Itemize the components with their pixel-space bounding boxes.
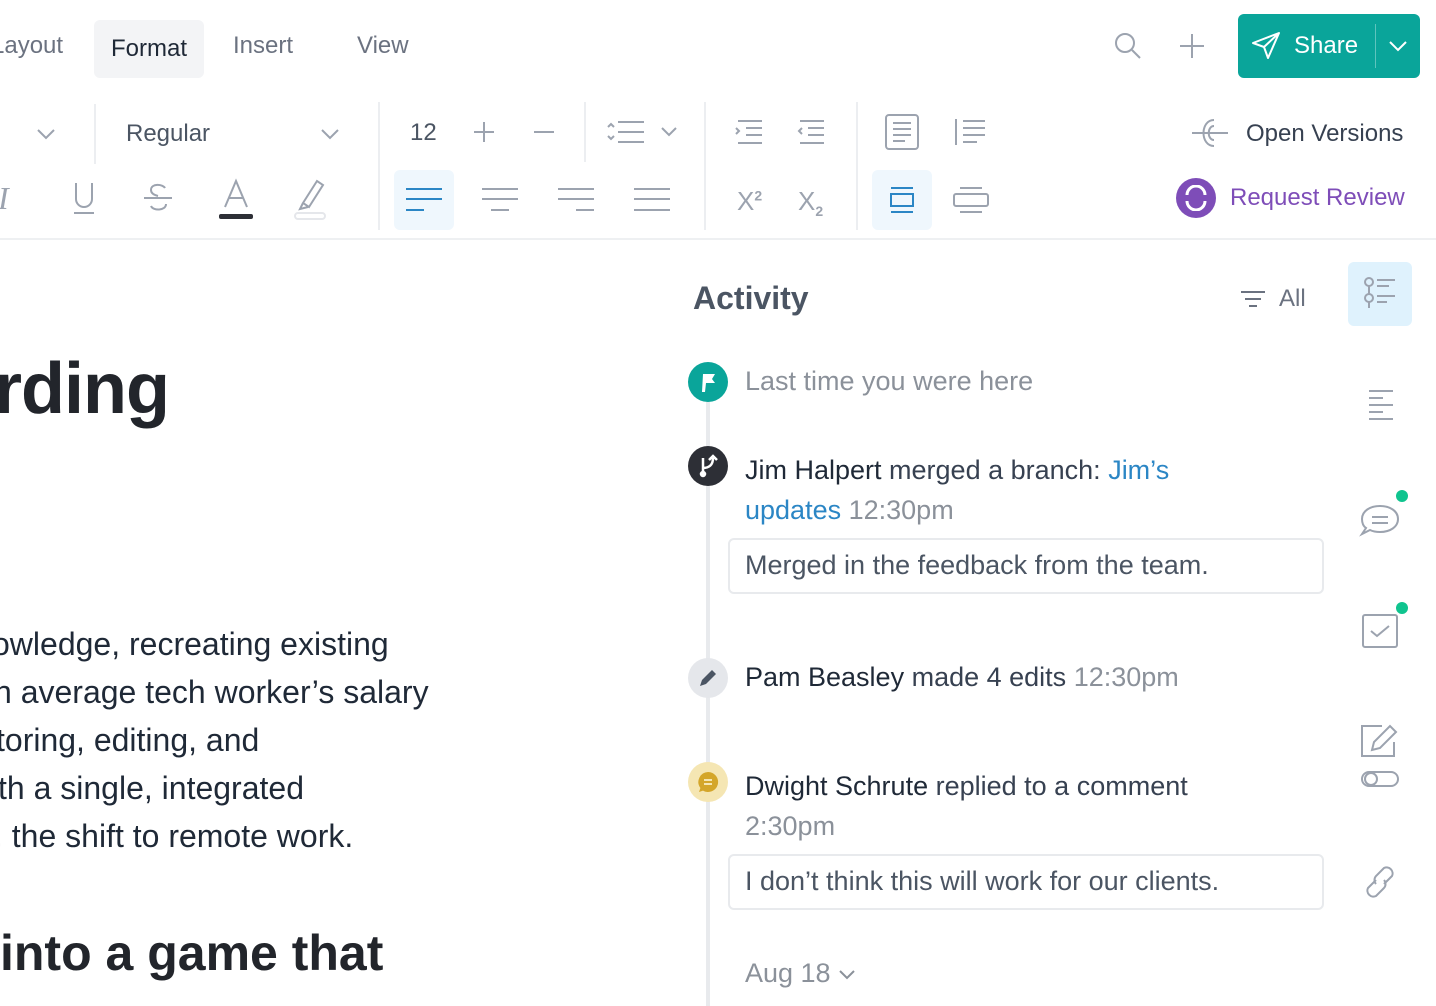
send-icon	[1250, 30, 1282, 62]
activity-action: replied to a comment	[935, 771, 1188, 801]
increase-font-size-icon[interactable]	[470, 118, 498, 146]
branch-merge-icon	[688, 446, 728, 486]
activity-user[interactable]: Dwight Schrute	[745, 771, 928, 801]
paragraph-line: toring, editing, and	[0, 722, 260, 758]
activity-action: merged a branch:	[889, 455, 1101, 485]
strikethrough-icon[interactable]	[140, 178, 176, 218]
superscript-value: 2	[754, 187, 763, 204]
share-label: Share	[1294, 32, 1359, 59]
page-layout-icon[interactable]	[882, 112, 922, 152]
subscript-button[interactable]: X2	[798, 186, 823, 219]
text-block-icon[interactable]	[952, 114, 988, 150]
activity-item: Dwight Schrute replied to a comment 2:30p…	[745, 766, 1285, 846]
chevron-down-icon[interactable]	[1380, 30, 1416, 62]
activity-item: Pam Beasley made 4 edits 12:30pm	[745, 662, 1179, 693]
activity-time: 12:30pm	[848, 495, 954, 525]
paragraph-line: th a single, integrated	[0, 770, 304, 806]
activity-user[interactable]: Pam Beasley	[745, 662, 904, 692]
decrease-font-size-icon[interactable]	[530, 118, 558, 146]
align-left-icon[interactable]	[394, 170, 454, 230]
font-weight-select[interactable]: Regular	[110, 112, 355, 156]
align-right-icon[interactable]	[546, 170, 606, 230]
activity-timeline-tab-icon[interactable]	[1348, 262, 1412, 326]
request-review-button[interactable]: Request Review	[1230, 184, 1405, 212]
paragraph-line: owledge, recreating existing	[0, 626, 389, 662]
outdent-icon[interactable]	[794, 116, 828, 148]
text-color-icon[interactable]	[214, 176, 258, 222]
comments-tab-icon[interactable]	[1356, 496, 1404, 544]
activity-comment[interactable]: I don’t think this will work for our cli…	[728, 854, 1324, 910]
paragraph-line: n average tech worker’s salary	[0, 674, 429, 710]
search-icon[interactable]	[1110, 28, 1146, 64]
flag-icon	[688, 362, 728, 402]
menu-format-label: Format	[110, 35, 187, 62]
activity-action: made 4 edits	[911, 662, 1067, 692]
italic-icon[interactable]: I	[0, 180, 9, 217]
subscript-value: 2	[815, 203, 824, 220]
notification-dot	[1396, 602, 1408, 614]
last-visit-marker: Last time you were here	[745, 366, 1034, 396]
activity-item: Jim Halpert merged a branch: Jim’s updat…	[745, 450, 1265, 530]
activity-filter[interactable]: All	[1238, 282, 1318, 316]
tasks-tab-icon[interactable]	[1358, 608, 1402, 652]
superscript-button[interactable]: X2	[737, 186, 762, 217]
menu-insert[interactable]: Insert	[233, 32, 293, 60]
activity-user[interactable]: Jim Halpert	[745, 455, 882, 485]
suggest-edits-tab-icon[interactable]	[1356, 720, 1404, 792]
add-icon[interactable]	[1174, 28, 1210, 64]
wrap-inline-icon[interactable]	[872, 170, 932, 230]
filter-label: All	[1279, 285, 1306, 312]
font-family-chevron-icon[interactable]	[30, 120, 62, 148]
align-justify-icon[interactable]	[622, 170, 682, 230]
activity-title: Activity	[693, 280, 809, 316]
open-versions-button[interactable]: Open Versions	[1246, 120, 1403, 148]
notification-dot	[1396, 490, 1408, 502]
share-button[interactable]: Share	[1238, 14, 1420, 78]
menu-format[interactable]: Format	[94, 20, 204, 78]
indent-icon[interactable]	[732, 116, 766, 148]
filter-icon	[1238, 286, 1268, 312]
activity-time: 12:30pm	[1073, 662, 1179, 692]
font-size-value[interactable]: 12	[410, 119, 437, 147]
menu-view[interactable]: View	[357, 32, 409, 60]
outline-tab-icon[interactable]	[1360, 384, 1400, 428]
wrap-break-icon[interactable]	[946, 170, 996, 230]
document-heading: rding	[0, 349, 170, 429]
comment-reply-icon	[688, 762, 728, 802]
link-tab-icon[interactable]	[1358, 860, 1402, 904]
pencil-icon	[688, 658, 728, 698]
line-spacing-icon[interactable]	[604, 116, 684, 148]
chevron-down-icon	[839, 970, 855, 980]
font-weight-value: Regular	[126, 120, 211, 147]
activity-comment[interactable]: Merged in the feedback from the team.	[728, 538, 1324, 594]
paragraph-line: , the shift to remote work.	[0, 818, 354, 854]
activity-time: 2:30pm	[745, 811, 836, 841]
date-group-label: Aug 18	[745, 958, 831, 988]
underline-icon[interactable]	[66, 178, 102, 218]
date-group-toggle[interactable]: Aug 18	[745, 958, 856, 989]
toolbar-divider	[0, 238, 1436, 240]
request-review-icon[interactable]	[1176, 178, 1216, 218]
menu-layout[interactable]: Layout	[0, 32, 63, 60]
document-subheading: into a game that	[0, 925, 384, 981]
align-center-icon[interactable]	[470, 170, 530, 230]
chevron-down-icon	[314, 120, 346, 148]
history-icon[interactable]	[1190, 116, 1230, 150]
highlight-icon[interactable]	[288, 176, 332, 222]
